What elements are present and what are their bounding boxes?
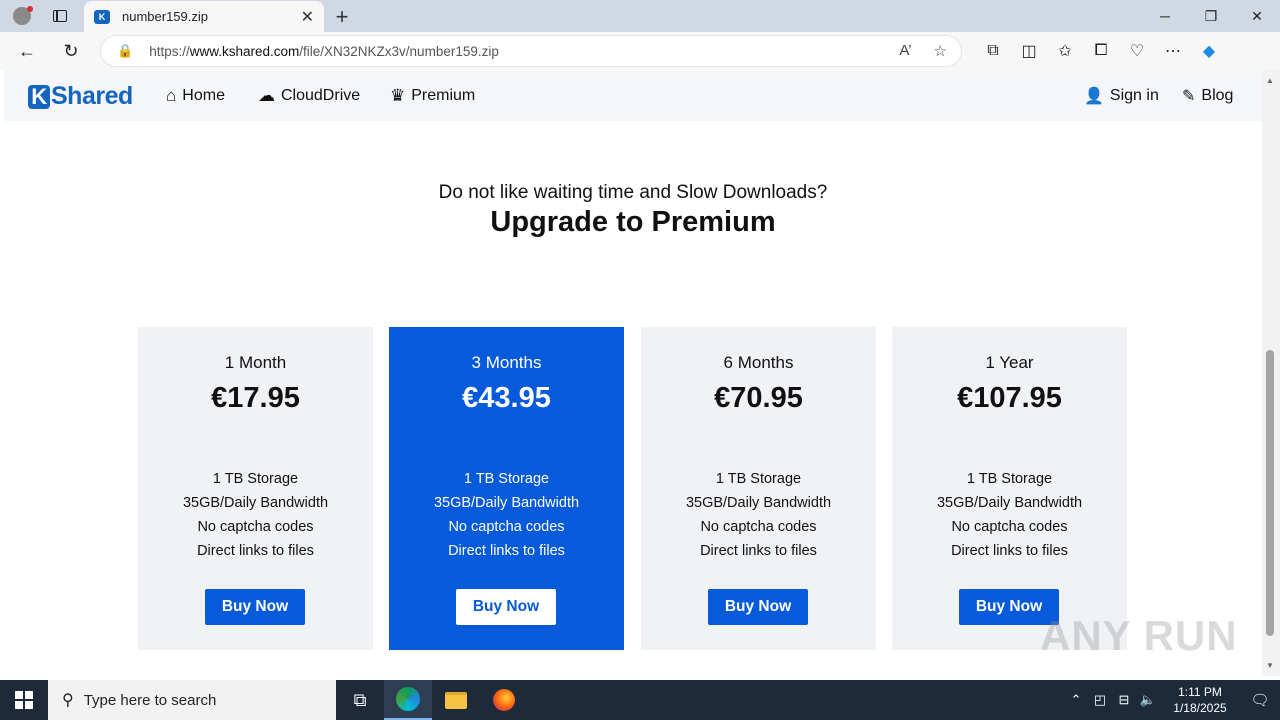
close-tab-icon[interactable]: ✕ [301, 7, 314, 27]
nav-clouddrive[interactable]: ☁ CloudDrive [258, 70, 360, 121]
plan-price: €43.95 [462, 382, 551, 414]
plan-price: €17.95 [211, 382, 300, 414]
volume-icon[interactable]: 🔈 [1136, 692, 1160, 708]
network-icon[interactable]: ⊟ [1112, 692, 1136, 708]
favorites-icon[interactable]: ✩ [1047, 32, 1083, 70]
file-explorer-icon[interactable] [432, 680, 480, 720]
hero-title: Upgrade to Premium [490, 206, 776, 238]
scroll-down-icon[interactable]: ▼ [1266, 661, 1274, 670]
plan-feature: 1 TB Storage [715, 471, 802, 487]
browser-essentials-icon[interactable]: ♡ [1119, 32, 1155, 70]
address-bar[interactable]: 🔒 https://www.kshared.com/file/XN32NKZx3… [100, 35, 962, 67]
split-screen-icon[interactable]: ◫ [1011, 32, 1047, 70]
copilot-icon[interactable]: ◆ [1191, 32, 1227, 70]
browser-tab-bar: K number159.zip ✕ + ─ ❐ ✕ [0, 0, 1280, 32]
anyrun-watermark: ANY RUN [1040, 612, 1238, 659]
tab-title: number159.zip [122, 9, 208, 24]
web-page: K Shared ⌂ Home ☁ CloudDrive ♛ Premium 👤 … [4, 70, 1262, 676]
plan-card-highlighted: 3 Months €43.95 1 TB Storage 35GB/Daily … [389, 327, 624, 650]
crown-icon: ♛ [390, 85, 406, 105]
user-icon: 👤 [1084, 87, 1104, 105]
plan-duration: 6 Months [723, 353, 794, 372]
plan-duration: 3 Months [471, 353, 542, 372]
start-button[interactable] [0, 680, 48, 720]
buy-now-button[interactable]: Buy Now [205, 589, 305, 625]
plan-feature: No captcha codes [700, 519, 817, 535]
show-hidden-icons-icon[interactable]: ⌃ [1064, 692, 1088, 708]
device-icon[interactable]: ◰ [1088, 692, 1112, 708]
plan-feature: 35GB/Daily Bandwidth [685, 495, 832, 511]
profile-icon[interactable] [0, 0, 44, 32]
plan-duration: 1 Year [985, 353, 1034, 372]
nav-premium[interactable]: ♛ Premium [390, 70, 475, 121]
nav-blog[interactable]: ✎ Blog [1182, 70, 1233, 121]
plan-duration: 1 Month [224, 353, 287, 372]
search-icon: ⚲ [62, 692, 74, 709]
home-icon: ⌂ [166, 85, 177, 105]
page-scrollbar[interactable]: ▲ ▼ [1262, 70, 1280, 676]
restore-button[interactable]: ❐ [1188, 0, 1234, 32]
site-header: K Shared ⌂ Home ☁ CloudDrive ♛ Premium 👤 … [4, 70, 1262, 121]
pencil-icon: ✎ [1182, 87, 1196, 105]
url-path: /file/XN32NKZx3v/number159.zip [299, 43, 499, 59]
scroll-up-icon[interactable]: ▲ [1266, 76, 1274, 85]
cloud-icon: ☁ [258, 85, 275, 105]
plan-feature: Direct links to files [197, 543, 314, 559]
plan-feature: Direct links to files [448, 543, 565, 559]
scrollbar-thumb[interactable] [1266, 350, 1274, 636]
plan-feature: 1 TB Storage [212, 471, 299, 487]
firefox-icon[interactable] [480, 680, 528, 720]
settings-more-icon[interactable]: ⋯ [1155, 32, 1191, 70]
plan-feature: 35GB/Daily Bandwidth [936, 495, 1083, 511]
plan-card: 1 Month €17.95 1 TB Storage 35GB/Daily B… [138, 327, 373, 650]
plan-feature: 35GB/Daily Bandwidth [182, 495, 329, 511]
plan-feature: 1 TB Storage [966, 471, 1053, 487]
clock-date: 1/18/2025 [1173, 701, 1227, 715]
edge-taskbar-icon[interactable] [384, 680, 432, 720]
url-host: www.kshared.com [189, 43, 300, 59]
plan-price: €70.95 [714, 382, 803, 414]
collections-icon[interactable]: ⧠ [1083, 32, 1119, 70]
plan-feature: No captcha codes [197, 519, 314, 535]
refresh-button[interactable]: ↻ [54, 34, 88, 68]
search-placeholder: Type here to search [83, 691, 217, 709]
buy-now-button[interactable]: Buy Now [456, 589, 556, 625]
browser-toolbar: ← ↻ 🔒 https://www.kshared.com/file/XN32N… [0, 32, 1280, 70]
plan-card: 6 Months €70.95 1 TB Storage 35GB/Daily … [641, 327, 876, 650]
new-tab-button[interactable]: + [330, 4, 354, 30]
taskbar-search[interactable]: ⚲ Type here to search [48, 680, 336, 720]
plan-feature: 35GB/Daily Bandwidth [433, 495, 580, 511]
plan-feature: Direct links to files [951, 543, 1068, 559]
plan-feature: No captcha codes [951, 519, 1068, 535]
favorite-star-icon[interactable]: ☆ [934, 42, 947, 60]
plan-feature: Direct links to files [700, 543, 817, 559]
extensions-icon[interactable]: ⧉ [975, 32, 1011, 70]
site-favicon-icon: K [94, 9, 110, 24]
back-button[interactable]: ← [10, 34, 44, 68]
buy-now-button[interactable]: Buy Now [708, 589, 808, 625]
minimize-button[interactable]: ─ [1142, 0, 1188, 32]
hero-subtitle: Do not like waiting time and Slow Downlo… [438, 182, 828, 203]
lock-icon[interactable]: 🔒 [117, 43, 133, 59]
plan-feature: 1 TB Storage [463, 471, 550, 487]
taskbar-clock[interactable]: 1:11 PM 1/18/2025 [1160, 684, 1240, 716]
url-prefix: https:// [149, 43, 190, 59]
system-tray: ⌃ ◰ ⊟ 🔈 1:11 PM 1/18/2025 🗨 [1064, 680, 1280, 720]
plan-card: 1 Year €107.95 1 TB Storage 35GB/Daily B… [892, 327, 1127, 650]
nav-signin[interactable]: 👤 Sign in [1084, 70, 1159, 121]
windows-logo-icon [15, 691, 33, 709]
clock-time: 1:11 PM [1178, 685, 1222, 699]
close-window-button[interactable]: ✕ [1234, 0, 1280, 32]
tab-actions-icon[interactable] [44, 0, 76, 32]
plan-feature: No captcha codes [448, 519, 565, 535]
kshared-logo[interactable]: K Shared [28, 82, 133, 111]
nav-home[interactable]: ⌂ Home [166, 70, 225, 121]
task-view-icon[interactable]: ⧉ [336, 680, 384, 720]
window-controls: ─ ❐ ✕ [1142, 0, 1280, 32]
read-aloud-icon[interactable]: A’ [899, 42, 911, 60]
browser-tab[interactable]: K number159.zip ✕ [84, 1, 324, 32]
notification-icon[interactable]: 🗨 [1240, 691, 1280, 709]
plan-price: €107.95 [957, 382, 1062, 414]
